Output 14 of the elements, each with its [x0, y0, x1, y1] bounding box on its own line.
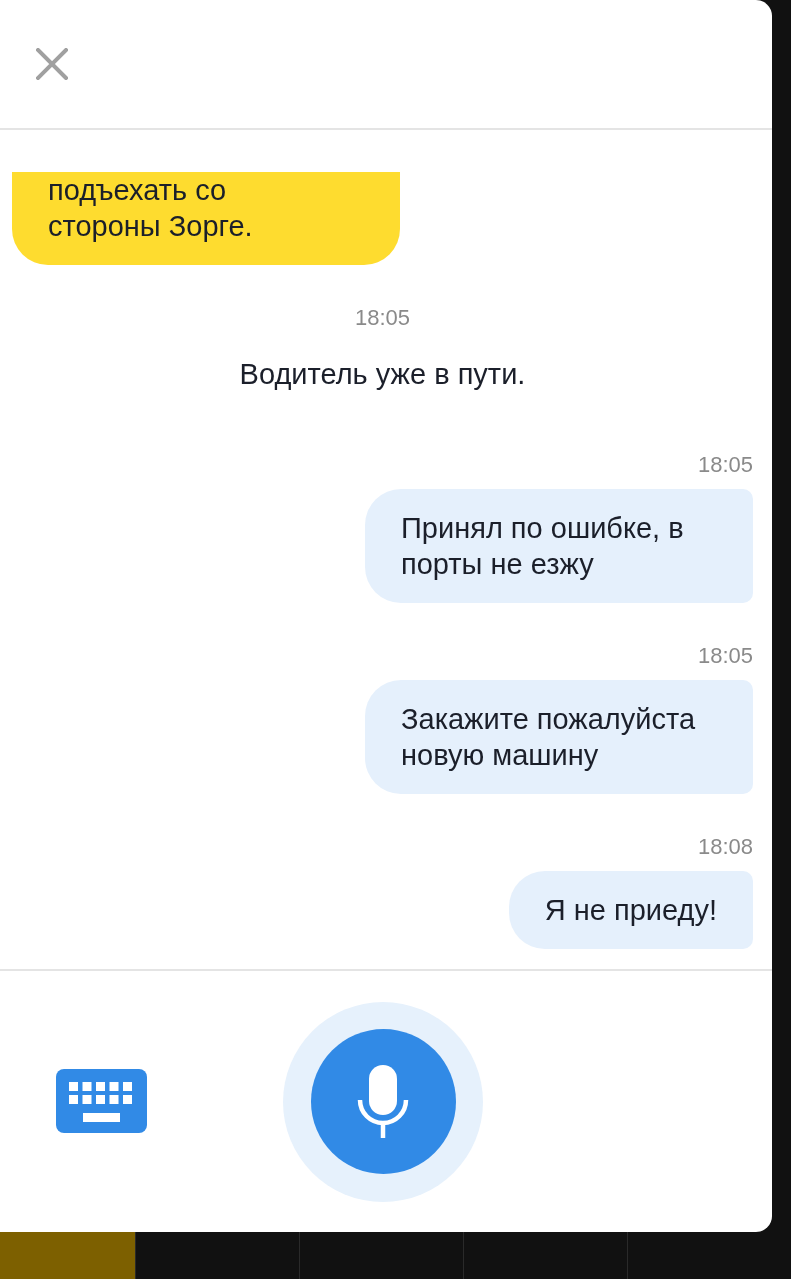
message-bubble: подъехать со стороны Зорге.	[12, 172, 400, 265]
message-bubble: Закажите пожалуйста новую машину	[365, 680, 753, 794]
keyboard-button[interactable]	[56, 1068, 147, 1133]
close-icon	[36, 48, 68, 80]
status-message: Водитель уже в пути.	[239, 357, 526, 392]
message-time: 18:05	[354, 305, 411, 331]
message-time: 18:05	[697, 643, 753, 669]
message-time: 18:05	[697, 452, 753, 478]
message-bubble: Я не приеду!	[508, 871, 753, 949]
microphone-icon	[357, 1064, 409, 1139]
keyboard-icon	[56, 1068, 147, 1133]
message-time: 18:08	[697, 834, 753, 860]
close-button[interactable]	[36, 48, 68, 80]
message-bubble: Принял по ошибке, в порты не езжу	[365, 489, 753, 603]
